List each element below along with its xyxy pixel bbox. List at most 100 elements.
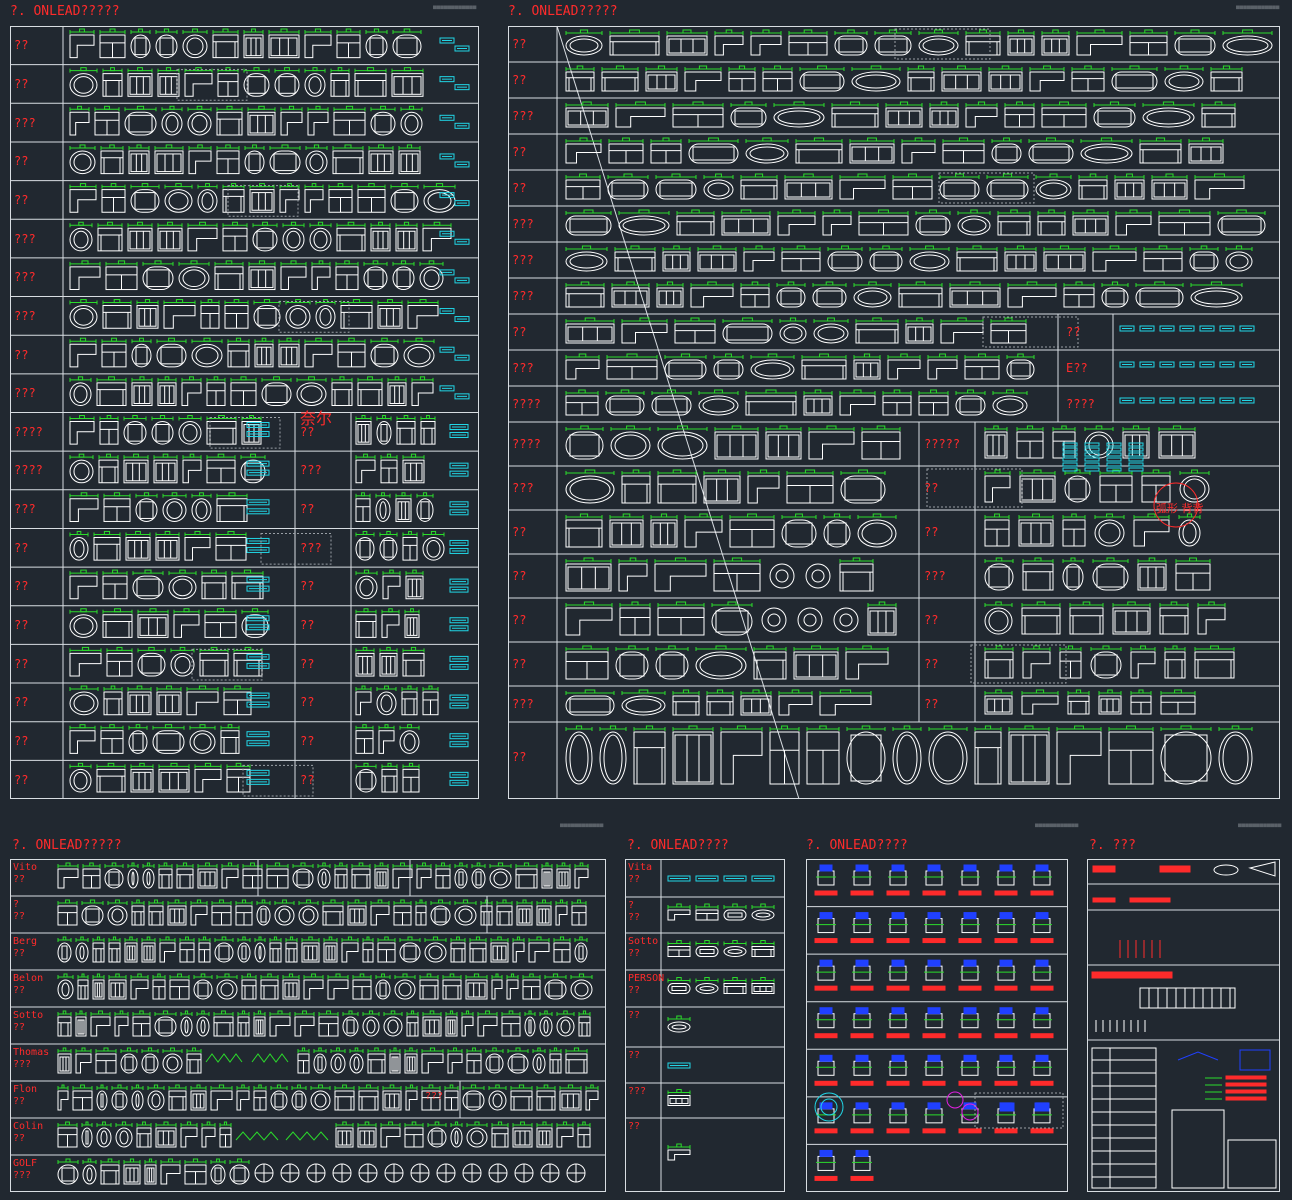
row-name-b1-1: ? (13, 899, 20, 910)
row-label-tl-17: ?? (14, 695, 29, 710)
row-name-b2-0: Vita (628, 862, 653, 873)
row-label-tl-1: ?? (14, 76, 29, 91)
sheet-title-top-left: ?. ONLEAD????? (10, 4, 120, 19)
inner-label-tr-11: ????? (924, 437, 961, 451)
row-label-tl-14: ?? (14, 579, 29, 594)
row-label-tl-11: ???? (14, 463, 43, 478)
row-name-b2-7: ?? (628, 1121, 641, 1132)
row-label-tl-16: ?? (14, 656, 29, 671)
sheet-header-stamp: ■■■■■■■■■■■■ (1236, 4, 1280, 11)
row-sub-b1-5: ??? (13, 1059, 32, 1070)
sheet-frame-bottom-4 (1087, 859, 1280, 1192)
sheet-header-stamp: ■■■■■■■■■■■■ (1238, 822, 1282, 829)
inner-label-tl-17: ?? (300, 695, 315, 710)
sheet-frame-bottom-2 (625, 859, 785, 1192)
sheet-title-top-right: ?. ONLEAD????? (508, 4, 618, 19)
inner-label-tr-8: ?? (1066, 325, 1081, 339)
sheet-header-stamp: ■■■■■■■■■■■■ (1035, 822, 1079, 829)
sheet-frame-bottom-1 (10, 859, 606, 1192)
row-label-tr-1: ?? (512, 73, 527, 87)
row-sub-b1-8: ??? (13, 1170, 32, 1181)
row-label-tr-9: ??? (512, 361, 534, 375)
row-sub-b1-4: ?? (13, 1022, 26, 1033)
row-label-tr-5: ??? (512, 217, 534, 231)
row-sub-b1-1: ?? (13, 911, 26, 922)
sheet-frame-bottom-3 (806, 859, 1068, 1192)
row-sub-b2-3: ?? (628, 985, 641, 996)
row-label-tl-4: ?? (14, 192, 29, 207)
row-name-b2-3: PERSON (628, 973, 665, 984)
row-name-b1-8: GOLF (13, 1158, 38, 1169)
row-label-tr-15: ?? (512, 613, 527, 627)
row-name-b2-6: ??? (628, 1086, 647, 1097)
inner-label-tl-13: ??? (300, 540, 322, 555)
inner-label-tr-13: ?? (924, 525, 939, 539)
row-label-tr-11: ???? (512, 437, 541, 451)
row-sub-b2-2: ?? (628, 948, 641, 959)
row-sub-b1-7: ?? (13, 1133, 26, 1144)
row-label-tr-3: ?? (512, 145, 527, 159)
row-name-b1-3: Belon (13, 973, 44, 984)
row-label-tr-2: ??? (512, 109, 534, 123)
row-name-b1-0: Vito (13, 862, 38, 873)
row-name-b1-5: Thomas (13, 1047, 50, 1058)
inner-label-tl-11: ??? (300, 463, 322, 478)
row-name-b1-6: Flon (13, 1084, 38, 1095)
note-circle: 弧形 背背 (1156, 502, 1204, 515)
row-label-tl-3: ?? (14, 154, 29, 169)
note-nair: 奈尔 (300, 409, 333, 428)
row-label-tl-8: ?? (14, 347, 29, 362)
inner-label-b1: ??? (425, 1091, 444, 1102)
row-label-tl-6: ??? (14, 270, 36, 285)
row-name-b1-2: Berg (13, 936, 38, 947)
row-name-b1-7: Colin (13, 1121, 44, 1132)
row-sub-b2-1: ?? (628, 912, 641, 923)
sheet-frame-top-right (508, 26, 1280, 799)
row-label-tr-10: ???? (512, 397, 541, 411)
row-label-tr-18: ?? (512, 749, 527, 764)
row-name-b2-2: Sotto (628, 936, 659, 947)
inner-label-tr-14: ??? (924, 569, 946, 583)
sheet-header-stamp: ■■■■■■■■■■■■ (560, 822, 604, 829)
row-label-tr-0: ?? (512, 37, 527, 51)
row-label-tl-18: ?? (14, 734, 29, 749)
row-label-tl-2: ??? (14, 115, 36, 130)
row-label-tl-12: ??? (14, 502, 36, 517)
row-name-b2-5: ?? (628, 1050, 641, 1061)
inner-label-tr-17: ?? (924, 697, 939, 711)
row-label-tl-7: ??? (14, 308, 36, 323)
row-sub-b1-3: ?? (13, 985, 26, 996)
sheet-frame-top-left (10, 26, 479, 799)
inner-label-tl-14: ?? (300, 579, 315, 594)
sheet-title-bottom-3: ?. ONLEAD???? (806, 838, 908, 853)
row-name-b2-1: ? (628, 900, 635, 911)
row-label-tr-12: ??? (512, 481, 534, 495)
inner-label-tl-15: ?? (300, 618, 315, 633)
inner-label-tl-19: ?? (300, 772, 315, 787)
row-sub-b1-0: ?? (13, 874, 26, 885)
sheet-header-stamp: ■■■■■■■■■■■■ (433, 4, 477, 11)
inner-label-tl-12: ?? (300, 502, 315, 517)
row-label-tr-14: ?? (512, 569, 527, 583)
row-label-tr-6: ??? (512, 253, 534, 267)
sheet-title-bottom-1: ?. ONLEAD????? (12, 838, 122, 853)
inner-label-tl-18: ?? (300, 734, 315, 749)
row-label-tl-9: ??? (14, 386, 36, 401)
row-label-tr-8: ?? (512, 325, 527, 339)
row-sub-b2-0: ?? (628, 874, 641, 885)
row-label-tl-5: ??? (14, 231, 36, 246)
row-label-tr-4: ?? (512, 181, 527, 195)
row-name-b1-4: Sotto (13, 1010, 44, 1021)
sheet-title-bottom-2: ?. ONLEAD???? (627, 838, 729, 853)
row-name-b2-4: ?? (628, 1010, 641, 1021)
row-label-tl-10: ???? (14, 424, 43, 439)
row-sub-b1-2: ?? (13, 948, 26, 959)
inner-label-tr-12: ?? (924, 481, 939, 495)
inner-label-tl-16: ?? (300, 656, 315, 671)
row-sub-b1-6: ?? (13, 1096, 26, 1107)
row-label-tr-7: ??? (512, 289, 534, 303)
inner-label-tr-16: ?? (924, 657, 939, 671)
cad-drawing-canvas: ?. ONLEAD????? ?. ONLEAD????? ?. ONLEAD?… (0, 0, 1292, 1200)
inner-label-tr-15: ?? (924, 613, 939, 627)
row-label-tl-15: ?? (14, 618, 29, 633)
